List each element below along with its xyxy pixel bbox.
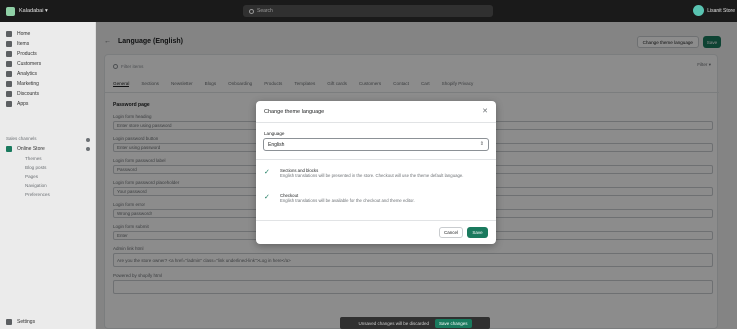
home-icon	[6, 31, 12, 37]
cancel-button[interactable]: Cancel	[438, 227, 463, 238]
sidebar-item-apps[interactable]: Apps	[6, 101, 28, 107]
account-name: Lisanit Store	[707, 7, 735, 14]
info-item: ✓ Checkout English translations will be …	[264, 193, 488, 203]
sales-channels-header[interactable]: Sales channels	[6, 136, 37, 141]
info-text: Sections and blocks English translations…	[280, 168, 463, 178]
change-language-modal: Change theme language ✕ Language English…	[256, 101, 496, 244]
sidebar-item-settings[interactable]: Settings	[6, 319, 35, 325]
checkmark-icon: ✓	[264, 169, 270, 176]
sidebar-item-customers[interactable]: Customers	[6, 61, 41, 67]
chevron-up-down-icon: ⇕	[479, 141, 484, 147]
store-icon	[6, 146, 12, 152]
sidebar-item-products[interactable]: Products	[6, 51, 37, 57]
unsaved-changes-bar: Unsaved changes will be discarded Save c…	[340, 317, 490, 329]
sidebar-sub-item[interactable]: Pages	[25, 174, 38, 179]
gear-icon	[6, 319, 12, 325]
language-select-value: English	[268, 141, 285, 148]
sidebar-item-label: Settings	[17, 319, 36, 325]
tag-icon	[6, 51, 12, 57]
sidebar-item-items[interactable]: Items	[6, 41, 29, 47]
sidebar-item-marketing[interactable]: Marketing	[6, 81, 39, 87]
sidebar-sub-item[interactable]: Preferences	[25, 192, 50, 197]
sidebar-item-label: Apps	[17, 101, 29, 107]
sidebar-item-label: Online Store	[17, 146, 45, 152]
account-menu[interactable]: Lisanit Store	[693, 5, 735, 16]
top-bar: Kaladabai ▾ Search Lisanit Store	[0, 0, 737, 22]
apps-icon	[6, 101, 12, 107]
store-name: Kaladabai ▾	[19, 8, 48, 14]
info-body: English translations will be available f…	[280, 198, 415, 204]
modal-divider	[256, 159, 496, 160]
modal-save-button[interactable]: Save	[467, 227, 488, 238]
language-label: Language	[264, 131, 285, 136]
sidebar-item-online-store[interactable]: Online Store	[6, 146, 45, 152]
sidebar-item-label: Customers	[17, 61, 42, 67]
sidebar-item-home[interactable]: Home	[6, 31, 30, 37]
sidebar-item-label: Items	[17, 41, 30, 47]
sidebar-item-analytics[interactable]: Analytics	[6, 71, 37, 77]
eye-icon[interactable]	[86, 147, 90, 151]
modal-divider	[256, 122, 496, 123]
store-switcher[interactable]: Kaladabai ▾	[6, 6, 106, 16]
sidebar-item-label: Discounts	[17, 91, 39, 97]
close-icon[interactable]: ✕	[482, 107, 488, 115]
add-channel-icon[interactable]	[86, 138, 90, 142]
modal-divider	[256, 220, 496, 221]
megaphone-icon	[6, 81, 12, 87]
store-logo-icon	[6, 6, 15, 16]
save-changes-button[interactable]: Save changes	[435, 318, 472, 328]
sidebar-item-label: Marketing	[17, 81, 39, 87]
avatar	[693, 5, 705, 16]
sidebar-item-label: Analytics	[17, 71, 38, 77]
info-item: ✓ Sections and blocks English translatio…	[264, 168, 488, 178]
chart-icon	[6, 71, 12, 77]
language-select[interactable]: English ⇕	[263, 138, 489, 151]
modal-title: Change theme language	[264, 109, 325, 115]
search-input[interactable]: Search	[243, 5, 493, 17]
sidebar-item-discounts[interactable]: Discounts	[6, 91, 39, 97]
info-body: English translations will be presented i…	[280, 173, 464, 179]
person-icon	[6, 61, 12, 67]
inbox-icon	[6, 41, 12, 47]
sidebar-item-label: Products	[17, 51, 37, 57]
discount-icon	[6, 91, 12, 97]
sidebar-sub-item[interactable]: Themes	[25, 156, 42, 161]
info-text: Checkout English translations will be av…	[280, 193, 415, 203]
sidebar-sub-item[interactable]: Navigation	[25, 183, 47, 188]
checkmark-icon: ✓	[264, 194, 270, 201]
unsaved-changes-text: Unsaved changes will be discarded	[358, 320, 429, 326]
search-placeholder: Search	[257, 8, 273, 14]
sidebar-item-label: Home	[17, 31, 31, 37]
sidebar: Home Items Products Customers Analytics …	[0, 22, 96, 329]
sidebar-sub-item[interactable]: Blog posts	[25, 165, 46, 170]
search-icon	[249, 8, 254, 14]
